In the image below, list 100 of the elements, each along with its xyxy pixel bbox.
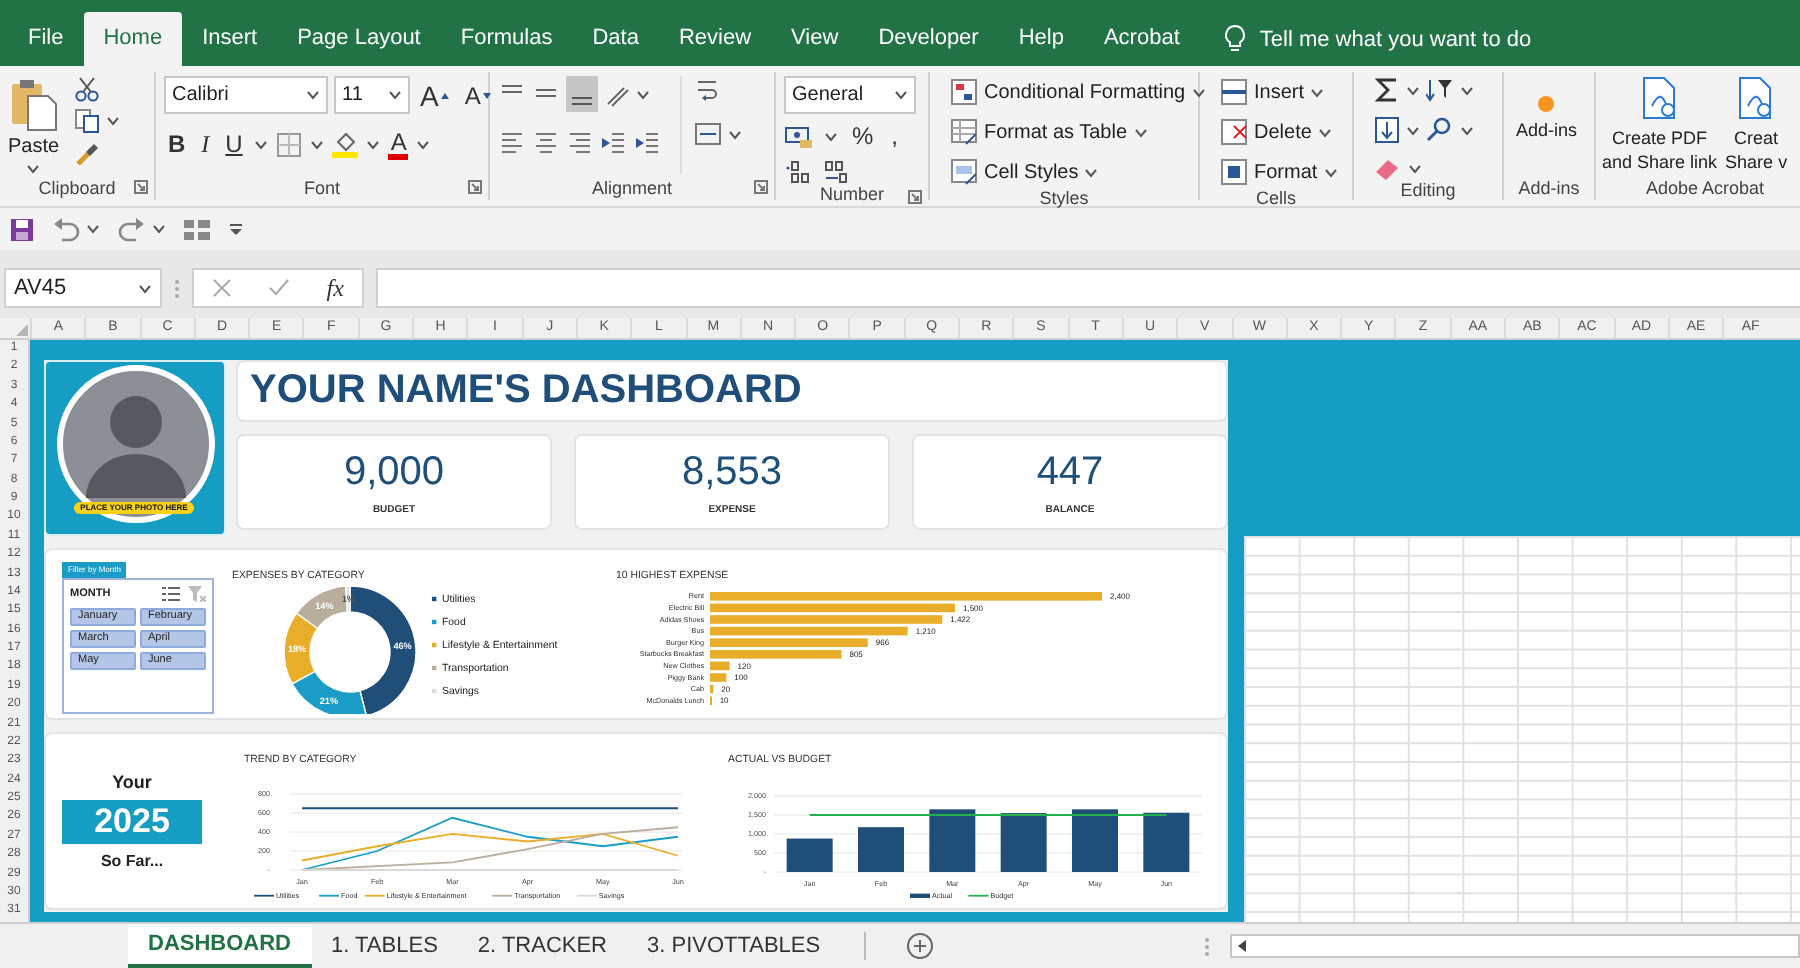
caret-icon[interactable] [1191, 87, 1206, 97]
caret-icon[interactable] [728, 129, 742, 139]
formula-input[interactable] [376, 268, 1800, 308]
orientation-icon[interactable] [604, 81, 630, 107]
caret-icon[interactable] [636, 89, 650, 99]
merge-center-icon[interactable] [694, 120, 722, 148]
caret-icon[interactable] [416, 139, 431, 149]
conditional-formatting-button[interactable]: Conditional Formatting [950, 76, 1206, 108]
caret-icon[interactable] [306, 90, 320, 100]
dialog-launcher-icon[interactable] [908, 190, 922, 204]
form-icon[interactable] [184, 219, 210, 239]
font-color-button[interactable]: A [388, 128, 409, 160]
caret-icon[interactable] [1408, 163, 1422, 173]
delete-button[interactable]: Delete [1220, 116, 1338, 148]
ribbon-tab[interactable]: File [8, 12, 84, 66]
caret-icon[interactable] [26, 164, 41, 174]
ribbon-tab[interactable]: View [771, 12, 859, 66]
multi-select-icon[interactable] [162, 586, 180, 602]
create-pdf-button[interactable]: Create PDF and Share link [1598, 76, 1722, 174]
wrap-text-icon[interactable] [694, 76, 722, 104]
sort-filter-icon[interactable] [1426, 76, 1454, 104]
currency-icon[interactable] [784, 123, 814, 149]
caret-icon[interactable] [366, 139, 381, 149]
align-left-icon[interactable] [498, 128, 526, 156]
caret-icon[interactable] [1460, 125, 1474, 135]
save-icon[interactable] [10, 217, 34, 241]
ribbon-tab[interactable]: Developer [858, 12, 999, 66]
ribbon-tab[interactable]: Acrobat [1083, 12, 1200, 66]
autosum-icon[interactable] [1374, 76, 1400, 104]
dialog-launcher-icon[interactable] [134, 180, 148, 194]
caret-icon[interactable] [138, 283, 152, 293]
caret-icon[interactable] [1323, 167, 1338, 177]
caret-icon[interactable] [1310, 87, 1325, 97]
cell-grid[interactable] [1244, 536, 1800, 922]
lightbulb-icon[interactable] [1223, 24, 1246, 54]
dialog-launcher-icon[interactable] [754, 180, 768, 194]
increase-decimal-icon[interactable] [784, 158, 812, 184]
sheet-tab[interactable]: 3. PIVOTTABLES [627, 924, 841, 968]
sheet-tab[interactable]: DASHBOARD [128, 924, 311, 968]
size-dropdown[interactable]: 11 [334, 76, 410, 114]
comma-button[interactable]: , [887, 118, 903, 154]
italic-button[interactable]: I [197, 126, 214, 162]
paste-button[interactable]: Paste [8, 76, 60, 158]
bold-button[interactable]: B [164, 126, 190, 162]
cell-styles-button[interactable]: Cell Styles [950, 156, 1206, 188]
caret-icon[interactable] [1133, 127, 1148, 137]
fill-down-icon[interactable] [1374, 116, 1400, 144]
caret-icon[interactable] [388, 90, 402, 100]
undo-icon[interactable] [52, 217, 80, 241]
caret-icon[interactable] [1406, 85, 1420, 95]
align-right-icon[interactable] [566, 128, 594, 156]
sheet-tab[interactable]: 2. TRACKER [457, 924, 627, 968]
underline-button[interactable]: U [221, 126, 247, 162]
name-box[interactable]: AV45 [4, 268, 162, 308]
ribbon-tab[interactable]: Review [658, 12, 772, 66]
find-icon[interactable] [1426, 116, 1454, 144]
caret-icon[interactable] [310, 139, 325, 149]
font-dropdown[interactable]: Calibri [164, 76, 328, 114]
redo-icon[interactable] [118, 217, 146, 241]
caret-icon[interactable] [824, 131, 838, 141]
format-as-table-button[interactable]: Format as Table [950, 116, 1206, 148]
customize-icon[interactable] [228, 223, 244, 235]
create-pdf-button[interactable]: Creat Share v [1721, 76, 1792, 174]
decrease-decimal-icon[interactable] [822, 158, 850, 184]
increase-indent-icon[interactable] [634, 128, 662, 156]
caret-icon[interactable] [152, 224, 166, 234]
ribbon-tab[interactable]: Help [998, 12, 1084, 66]
shrink-font-button[interactable]: A [460, 77, 497, 113]
caret-icon[interactable] [105, 116, 120, 126]
format-button[interactable]: Format [1220, 156, 1338, 188]
caret-icon[interactable] [254, 139, 269, 149]
caret-icon[interactable] [1084, 167, 1099, 177]
add-ins-button[interactable]: Add-ins [1512, 76, 1582, 174]
ribbon-tab[interactable]: Insert [182, 12, 278, 66]
align-bottom-icon[interactable] [566, 76, 598, 112]
caret-icon[interactable] [1460, 85, 1474, 95]
search-field[interactable]: Tell me what you want to do [1259, 27, 1532, 51]
insert-function-button[interactable]: fx [326, 273, 344, 303]
insert-button[interactable]: Insert [1220, 76, 1338, 108]
ribbon-tab[interactable]: Formulas [440, 12, 573, 66]
fill-color-icon[interactable] [332, 130, 359, 158]
eraser-icon[interactable] [1374, 156, 1402, 180]
ribbon-tab[interactable]: Home [83, 12, 183, 66]
grow-font-button[interactable]: A [416, 77, 455, 113]
ribbon-tab[interactable]: Page Layout [277, 12, 441, 66]
caret-icon[interactable] [894, 90, 908, 100]
decrease-indent-icon[interactable] [600, 128, 628, 156]
sheet-tab[interactable]: 1. TABLES [311, 924, 458, 968]
number-format-dropdown[interactable]: General [784, 76, 916, 114]
horizontal-scrollbar[interactable] [1230, 934, 1800, 958]
ribbon-tab[interactable]: Data [572, 12, 659, 66]
align-center-icon[interactable] [532, 128, 560, 156]
format-painter-icon[interactable] [73, 140, 100, 166]
caret-icon[interactable] [1317, 127, 1332, 137]
caret-icon[interactable] [86, 224, 100, 234]
copy-icon[interactable] [73, 108, 100, 134]
dialog-launcher-icon[interactable] [468, 180, 482, 194]
add-sheet-icon[interactable] [906, 932, 935, 960]
caret-icon[interactable] [1406, 125, 1420, 135]
cut-icon[interactable] [73, 76, 100, 102]
